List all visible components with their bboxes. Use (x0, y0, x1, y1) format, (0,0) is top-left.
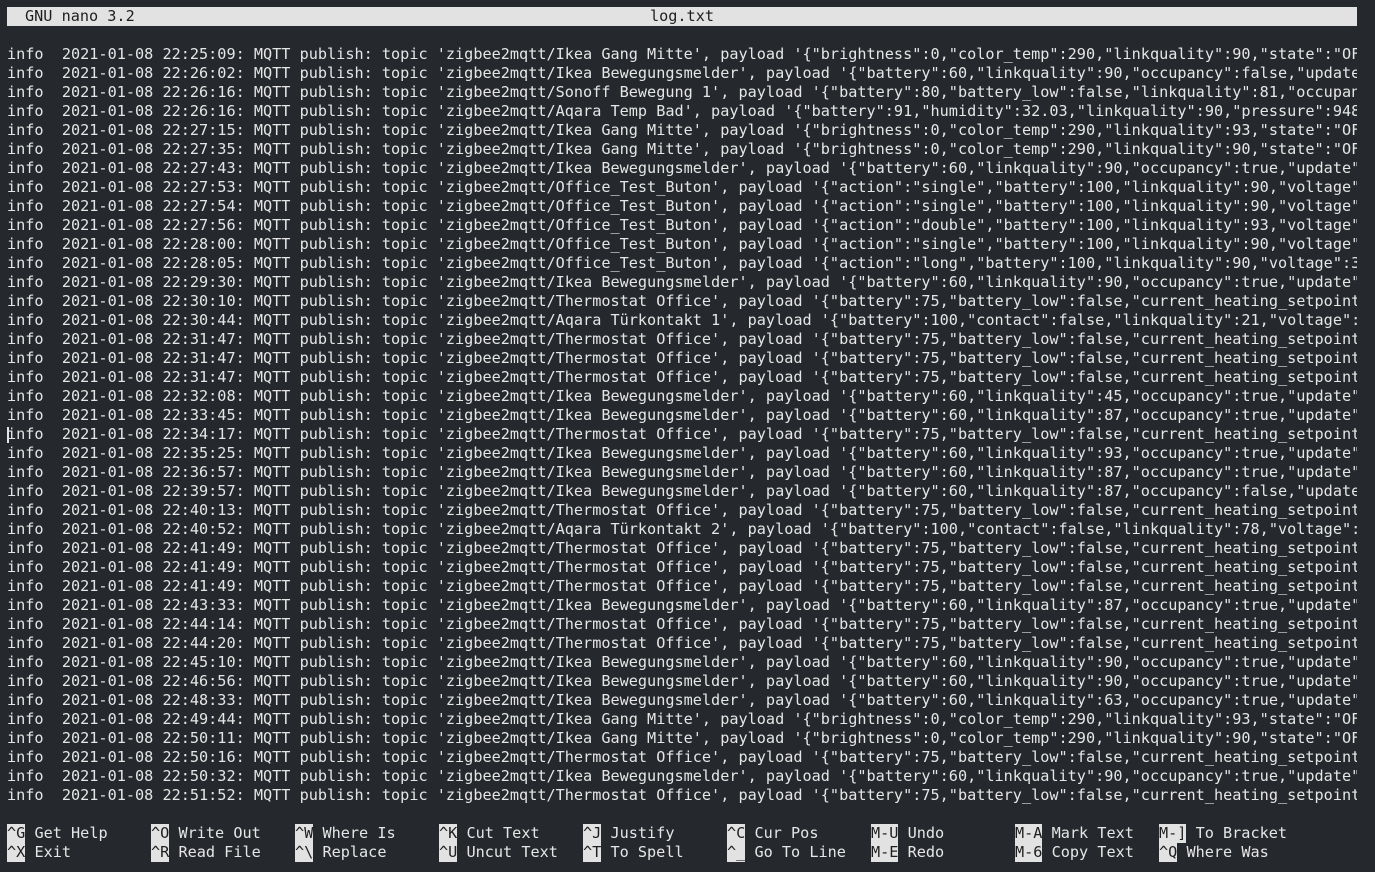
log-line[interactable]: info 2021-01-08 22:31:47: MQTT publish: … (7, 349, 1357, 368)
log-line[interactable]: info 2021-01-08 22:40:13: MQTT publish: … (7, 501, 1357, 520)
shortcut-label: Get Help (34, 824, 108, 842)
log-line[interactable]: info 2021-01-08 22:36:57: MQTT publish: … (7, 463, 1357, 482)
shortcut-label: Where Was (1186, 843, 1269, 861)
shortcut-bar: ^G Get Help ^X Exit ^O Write Out ^R Read Fi… (7, 824, 1357, 864)
log-line[interactable]: info 2021-01-08 22:27:15: MQTT publish: … (7, 121, 1357, 140)
shortcut-key: M-A (1015, 824, 1043, 843)
log-line[interactable]: info 2021-01-08 22:31:47: MQTT publish: … (7, 330, 1357, 349)
log-line[interactable]: info 2021-01-08 22:26:16: MQTT publish: … (7, 102, 1357, 121)
log-line[interactable]: info 2021-01-08 22:51:52: MQTT publish: … (7, 786, 1357, 805)
log-line[interactable]: info 2021-01-08 22:27:54: MQTT publish: … (7, 197, 1357, 216)
shortcut-redo[interactable]: M-E Redo (871, 843, 944, 862)
shortcut-label: Copy Text (1051, 843, 1134, 861)
shortcut-label: To Spell (610, 843, 684, 861)
shortcut-key: ^_ (727, 843, 746, 862)
log-line[interactable]: info 2021-01-08 22:41:49: MQTT publish: … (7, 558, 1357, 577)
shortcut-key: ^Q (1159, 843, 1178, 862)
log-line[interactable]: info 2021-01-08 22:35:25: MQTT publish: … (7, 444, 1357, 463)
log-line[interactable]: info 2021-01-08 22:28:00: MQTT publish: … (7, 235, 1357, 254)
shortcut-key: ^U (439, 843, 458, 862)
log-line[interactable]: info 2021-01-08 22:27:53: MQTT publish: … (7, 178, 1357, 197)
shortcut-undo[interactable]: M-U Undo (871, 824, 944, 843)
shortcut-justify[interactable]: ^J Justify (583, 824, 674, 843)
log-line[interactable]: info 2021-01-08 22:50:11: MQTT publish: … (7, 729, 1357, 748)
text-cursor (7, 427, 9, 443)
shortcut-exit[interactable]: ^X Exit (7, 843, 71, 862)
shortcut-read-file[interactable]: ^R Read File (151, 843, 261, 862)
log-line[interactable]: info 2021-01-08 22:27:43: MQTT publish: … (7, 159, 1357, 178)
shortcut-label: Replace (322, 843, 387, 861)
log-line[interactable]: info 2021-01-08 22:44:14: MQTT publish: … (7, 615, 1357, 634)
log-line[interactable]: info 2021-01-08 22:33:45: MQTT publish: … (7, 406, 1357, 425)
log-line[interactable]: info 2021-01-08 22:34:17: MQTT publish: … (7, 425, 1357, 444)
log-line[interactable]: info 2021-01-08 22:40:52: MQTT publish: … (7, 520, 1357, 539)
shortcut-go-to-line[interactable]: ^_ Go To Line (727, 843, 846, 862)
title-bar: GNU nano 3.2 log.txt (7, 7, 1357, 26)
log-line[interactable]: info 2021-01-08 22:27:35: MQTT publish: … (7, 140, 1357, 159)
shortcut-key: M-] (1159, 824, 1187, 843)
shortcut-replace[interactable]: ^\ Replace (295, 843, 386, 862)
log-line[interactable]: info 2021-01-08 22:50:16: MQTT publish: … (7, 748, 1357, 767)
shortcut-label: Cur Pos (754, 824, 819, 842)
shortcut-get-help[interactable]: ^G Get Help (7, 824, 108, 843)
log-line[interactable]: info 2021-01-08 22:43:33: MQTT publish: … (7, 596, 1357, 615)
log-line[interactable]: info 2021-01-08 22:31:47: MQTT publish: … (7, 368, 1357, 387)
shortcut-copy-text[interactable]: M-6 Copy Text (1015, 843, 1134, 862)
shortcut-uncut-text[interactable]: ^U Uncut Text (439, 843, 558, 862)
shortcut-label: Go To Line (754, 843, 846, 861)
shortcut-where-was[interactable]: ^Q Where Was (1159, 843, 1269, 862)
log-line[interactable]: info 2021-01-08 22:41:49: MQTT publish: … (7, 577, 1357, 596)
shortcut-key: ^K (439, 824, 458, 843)
shortcut-label: Exit (34, 843, 72, 861)
log-line[interactable]: info 2021-01-08 22:49:44: MQTT publish: … (7, 710, 1357, 729)
shortcut-key: ^W (295, 824, 314, 843)
shortcut-where-is[interactable]: ^W Where Is (295, 824, 396, 843)
log-line[interactable]: info 2021-01-08 22:46:56: MQTT publish: … (7, 672, 1357, 691)
shortcut-label: Where Is (322, 824, 396, 842)
shortcut-label: Mark Text (1051, 824, 1134, 842)
shortcut-label: Justify (610, 824, 675, 842)
log-line[interactable]: info 2021-01-08 22:50:32: MQTT publish: … (7, 767, 1357, 786)
shortcut-key: ^C (727, 824, 746, 843)
file-name: log.txt (649, 7, 714, 25)
log-line[interactable]: info 2021-01-08 22:45:10: MQTT publish: … (7, 653, 1357, 672)
shortcut-label: Undo (907, 824, 945, 842)
shortcut-mark-text[interactable]: M-A Mark Text (1015, 824, 1134, 843)
log-line[interactable]: info 2021-01-08 22:30:10: MQTT publish: … (7, 292, 1357, 311)
shortcut-cut-text[interactable]: ^K Cut Text (439, 824, 540, 843)
shortcut-cur-pos[interactable]: ^C Cur Pos (727, 824, 818, 843)
log-line[interactable]: info 2021-01-08 22:26:02: MQTT publish: … (7, 64, 1357, 83)
log-line[interactable]: info 2021-01-08 22:32:08: MQTT publish: … (7, 387, 1357, 406)
shortcut-label: Cut Text (466, 824, 540, 842)
log-line[interactable]: info 2021-01-08 22:39:57: MQTT publish: … (7, 482, 1357, 501)
log-line[interactable]: info 2021-01-08 22:25:09: MQTT publish: … (7, 45, 1357, 64)
shortcut-key: ^G (7, 824, 26, 843)
shortcut-to-bracket[interactable]: M-] To Bracket (1159, 824, 1287, 843)
shortcut-label: Write Out (178, 824, 261, 842)
log-line[interactable]: info 2021-01-08 22:41:49: MQTT publish: … (7, 539, 1357, 558)
log-line[interactable]: info 2021-01-08 22:26:16: MQTT publish: … (7, 83, 1357, 102)
shortcut-key: ^T (583, 843, 602, 862)
log-line[interactable]: info 2021-01-08 22:28:05: MQTT publish: … (7, 254, 1357, 273)
shortcut-key: M-U (871, 824, 899, 843)
shortcut-write-out[interactable]: ^O Write Out (151, 824, 261, 843)
log-line[interactable]: info 2021-01-08 22:44:20: MQTT publish: … (7, 634, 1357, 653)
log-line[interactable]: info 2021-01-08 22:29:30: MQTT publish: … (7, 273, 1357, 292)
shortcut-label: Uncut Text (466, 843, 558, 861)
shortcut-key: ^\ (295, 843, 314, 862)
shortcut-key: ^X (7, 843, 26, 862)
shortcut-key: M-6 (1015, 843, 1043, 862)
shortcut-to-spell[interactable]: ^T To Spell (583, 843, 684, 862)
shortcut-key: ^J (583, 824, 602, 843)
shortcut-label: Redo (907, 843, 945, 861)
text-editor-area[interactable]: info 2021-01-08 22:25:09: MQTT publish: … (7, 45, 1357, 807)
log-line[interactable]: info 2021-01-08 22:27:56: MQTT publish: … (7, 216, 1357, 235)
shortcut-label: Read File (178, 843, 261, 861)
log-line[interactable]: info 2021-01-08 22:30:44: MQTT publish: … (7, 311, 1357, 330)
shortcut-key: ^R (151, 843, 170, 862)
shortcut-key: ^O (151, 824, 170, 843)
shortcut-key: M-E (871, 843, 899, 862)
shortcut-label: To Bracket (1195, 824, 1288, 842)
log-line[interactable]: info 2021-01-08 22:48:33: MQTT publish: … (7, 691, 1357, 710)
